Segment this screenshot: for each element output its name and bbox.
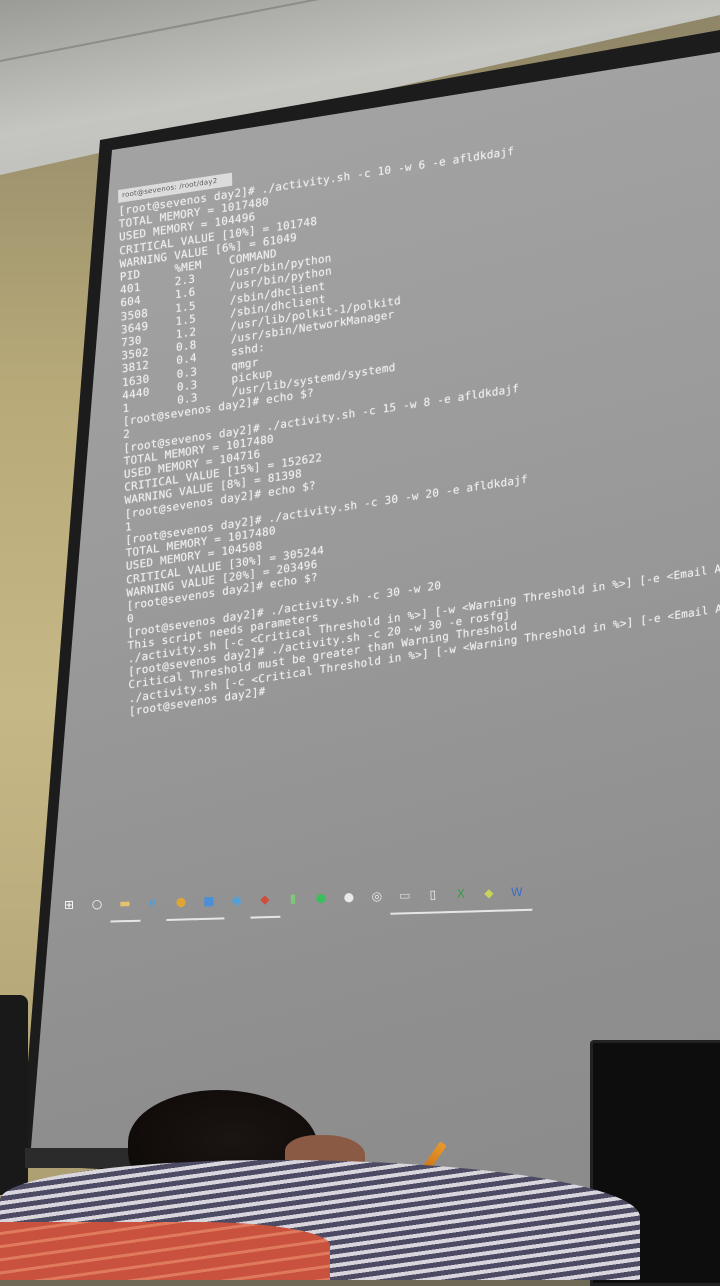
document-icon[interactable]: ▯	[422, 883, 445, 906]
spotify-icon[interactable]: ●	[310, 886, 333, 909]
chair-back	[0, 995, 28, 1195]
store-icon[interactable]: ■	[198, 889, 221, 912]
shirt-red-stripes	[0, 1222, 330, 1280]
settings-icon[interactable]: ◎	[366, 885, 389, 908]
file-explorer-icon[interactable]: ▬	[114, 892, 137, 915]
word-icon[interactable]: W	[506, 881, 529, 904]
excel-icon[interactable]: X	[450, 882, 473, 905]
terminal-icon[interactable]: ▭	[394, 884, 417, 907]
chrome-icon[interactable]: ●	[170, 890, 193, 913]
edge-browser-icon[interactable]: e	[142, 891, 165, 914]
cloud-icon[interactable]: ●	[338, 886, 361, 909]
terminal-window: root@sevenos: /root/day2 [root@sevenos d…	[118, 92, 720, 718]
app-red-icon[interactable]: ◆	[254, 888, 277, 911]
notepad-icon[interactable]: ▮	[282, 887, 305, 910]
terminal-output: [root@sevenos day2]# ./activity.sh -c 10…	[118, 107, 720, 719]
browser-blue-icon[interactable]: ◉	[226, 889, 249, 912]
search-circle-icon[interactable]: ○	[86, 893, 109, 916]
ceiling-seam	[0, 0, 550, 62]
windows-start-icon[interactable]: ⊞	[58, 893, 81, 916]
git-icon[interactable]: ◆	[478, 882, 501, 905]
